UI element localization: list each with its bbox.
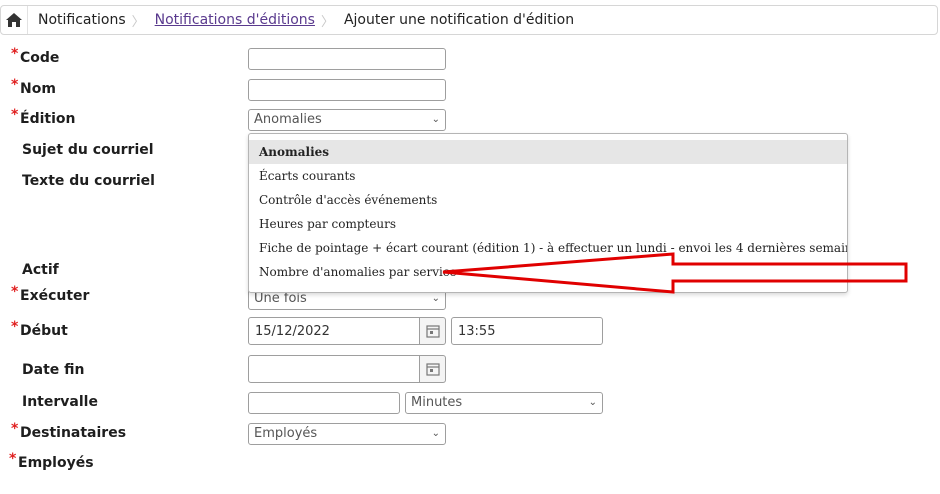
chevron-down-icon: ⌄ <box>431 293 440 304</box>
edition-select-value: Anomalies <box>254 112 322 127</box>
required-marker: * <box>11 421 19 437</box>
dropdown-option[interactable]: Écarts courants <box>249 164 847 188</box>
destinataires-select[interactable]: Employés ⌄ <box>248 423 446 445</box>
dropdown-option[interactable]: Heures par compteurs <box>249 212 847 236</box>
breadcrumb-link-editions[interactable]: Notifications d'éditions <box>145 12 321 28</box>
nom-label: Nom <box>20 81 56 97</box>
destinataires-label: Destinataires <box>20 425 127 441</box>
required-marker: * <box>11 284 19 300</box>
dropdown-option[interactable]: Anomalies <box>249 140 847 164</box>
required-marker: * <box>11 46 19 62</box>
code-label: Code <box>20 50 60 66</box>
debut-time-input[interactable] <box>451 317 603 345</box>
nom-input[interactable] <box>248 79 446 101</box>
debut-calendar-button[interactable] <box>420 317 446 345</box>
required-marker: * <box>11 319 19 335</box>
edition-dropdown-list: Anomalies Écarts courants Contrôle d'acc… <box>248 133 848 293</box>
dropdown-option[interactable]: Nombre d'anomalies par service <box>249 260 847 284</box>
required-marker: * <box>9 451 17 467</box>
chevron-down-icon: ⌄ <box>431 428 440 439</box>
intervalle-label: Intervalle <box>22 394 98 410</box>
intervalle-unit-select[interactable]: Minutes ⌄ <box>405 392 603 414</box>
home-icon <box>6 13 22 27</box>
executer-label: Exécuter <box>20 288 90 304</box>
intervalle-unit-value: Minutes <box>411 395 463 410</box>
chevron-down-icon: ⌄ <box>588 397 597 408</box>
date-fin-input[interactable] <box>248 355 420 383</box>
date-fin-calendar-button[interactable] <box>420 355 446 383</box>
debut-date-input[interactable] <box>248 317 420 345</box>
breadcrumb: Notifications 〉 Notifications d'éditions… <box>0 5 938 35</box>
edition-select[interactable]: Anomalies ⌄ <box>248 109 446 131</box>
breadcrumb-current: Ajouter une notification d'édition <box>343 12 575 28</box>
breadcrumb-separator-icon: 〉 <box>320 14 334 30</box>
sujet-label: Sujet du courriel <box>22 142 154 158</box>
calendar-icon <box>425 363 440 376</box>
intervalle-input[interactable] <box>248 392 400 414</box>
code-input[interactable] <box>248 48 446 70</box>
chevron-down-icon: ⌄ <box>431 114 440 125</box>
actif-label: Actif <box>22 262 59 278</box>
breadcrumb-separator-icon: 〉 <box>131 14 145 30</box>
required-marker: * <box>11 77 19 93</box>
dropdown-option[interactable]: Fiche de pointage + écart courant (éditi… <box>249 236 847 260</box>
breadcrumb-item-notifications[interactable]: Notifications <box>28 12 132 28</box>
destinataires-select-value: Employés <box>254 426 318 441</box>
date-fin-label: Date fin <box>22 362 85 378</box>
required-marker: * <box>11 107 19 123</box>
home-button[interactable] <box>1 6 28 34</box>
edition-label: Édition <box>20 111 76 127</box>
debut-label: Début <box>20 323 68 339</box>
texte-label: Texte du courriel <box>22 173 155 189</box>
employes-label: Employés <box>18 455 94 471</box>
executer-select-value: Une fois <box>254 291 307 306</box>
dropdown-option[interactable]: Contrôle d'accès événements <box>249 188 847 212</box>
calendar-icon <box>425 325 440 338</box>
